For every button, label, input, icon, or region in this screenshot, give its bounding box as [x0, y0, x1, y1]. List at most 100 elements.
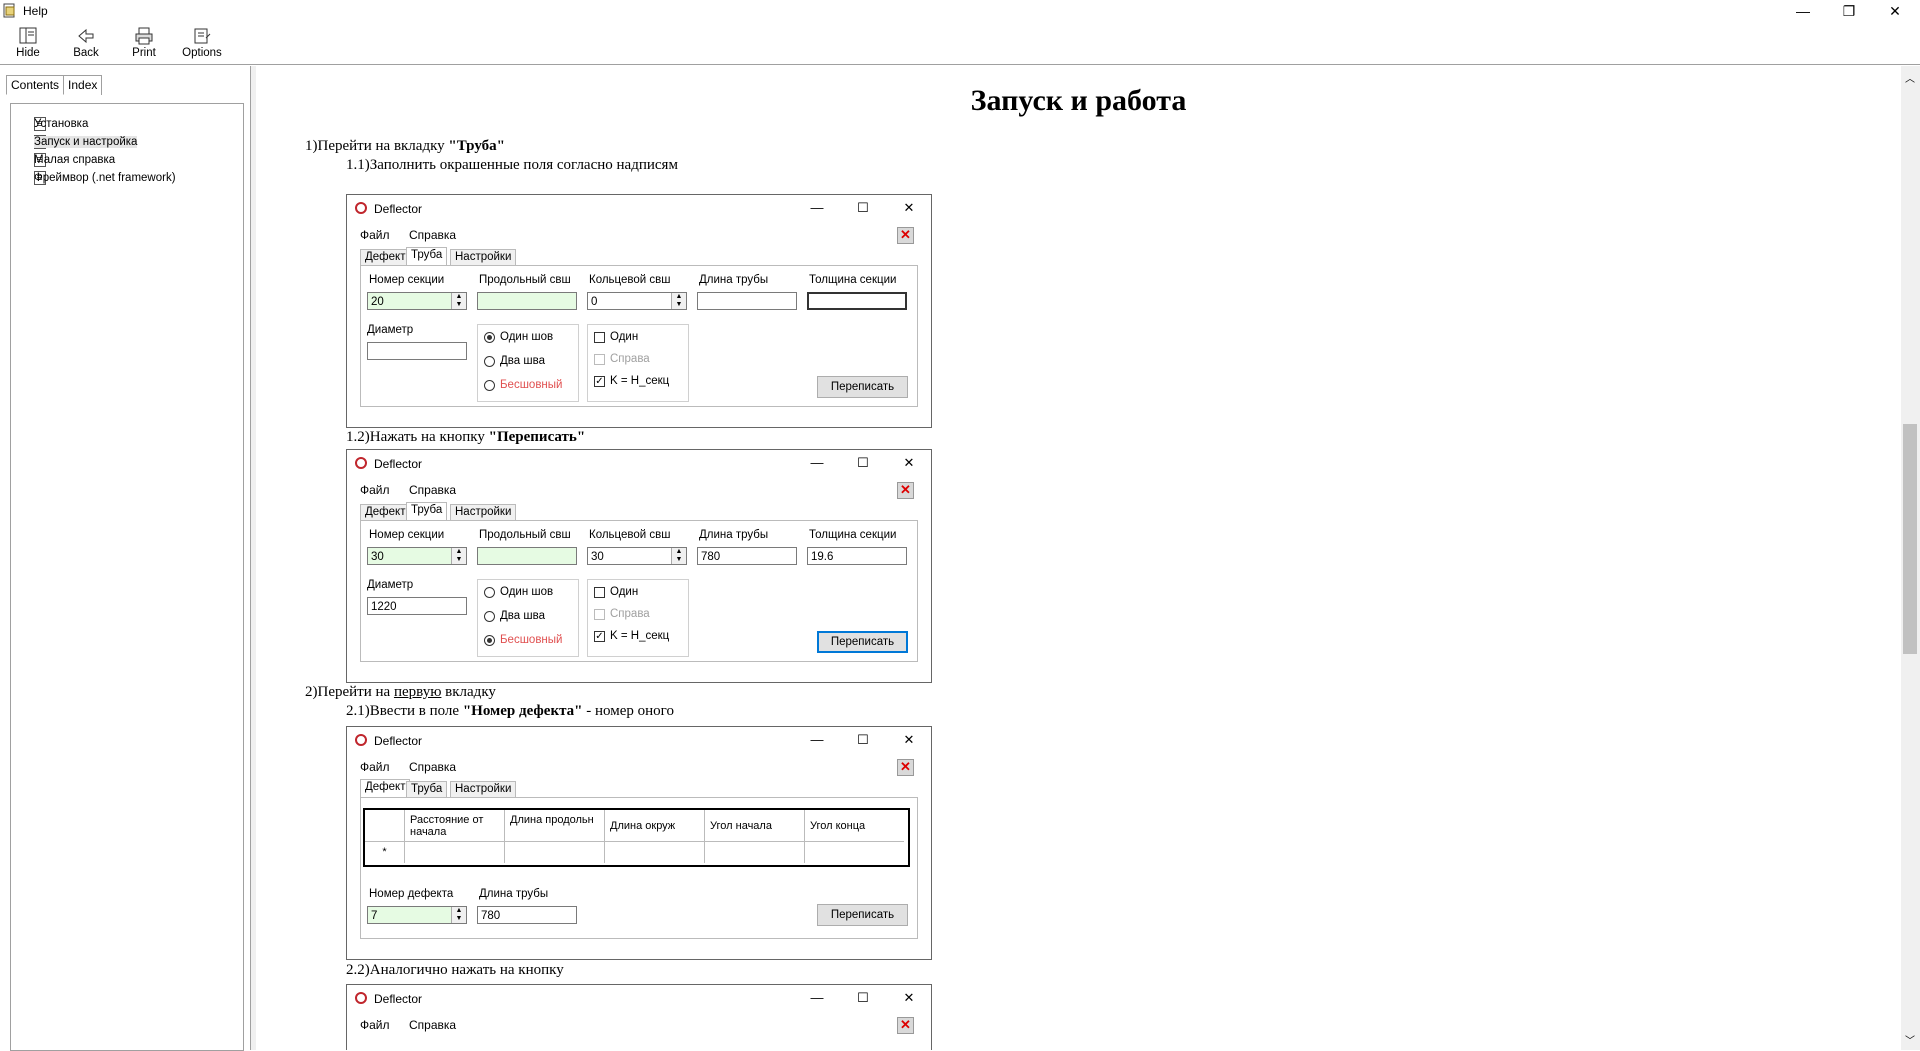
app-maximize-button[interactable]: ☐ [853, 990, 873, 1006]
spin-arrows-icon[interactable]: ▲ ▼ [671, 548, 686, 564]
tab-contents[interactable]: Contents [6, 75, 65, 95]
long-seam-field[interactable] [477, 547, 577, 565]
tree-item-framework[interactable]: Фреймвор (.net framework) [34, 170, 176, 186]
defects-table[interactable]: Расстояние от начала Длина продольн Длин… [363, 808, 910, 867]
toolbar: Hide Back Print Options [0, 22, 1920, 65]
tab-pipe[interactable]: Труба [406, 502, 448, 520]
tab-index[interactable]: Index [64, 75, 103, 95]
red-close-icon[interactable]: ✕ [897, 1017, 914, 1034]
radio-two-seams[interactable]: Два шва [484, 610, 545, 622]
tab-settings[interactable]: Настройки [450, 781, 517, 797]
minimize-button[interactable]: — [1780, 0, 1826, 22]
print-button[interactable]: Print [122, 24, 166, 62]
radio-one-seam[interactable]: Один шов [484, 586, 553, 598]
menu-help[interactable]: Справка [409, 760, 456, 774]
diameter-field[interactable]: 1220 [367, 597, 467, 615]
close-button[interactable]: ✕ [1872, 0, 1918, 22]
tab-settings[interactable]: Настройки [450, 249, 517, 265]
check-right[interactable]: Справа [594, 608, 650, 620]
app-title-bar: Deflector — ☐ ✕ [347, 195, 931, 223]
red-close-icon[interactable]: ✕ [897, 227, 914, 244]
topic-content: Запуск и работа 1)Перейти на вкладку "Тр… [256, 66, 1901, 1050]
spin-arrows-icon[interactable]: ▲ ▼ [451, 293, 466, 309]
defect-number-stepper[interactable]: 7 ▲ ▼ [367, 906, 467, 924]
scroll-down-icon[interactable]: ﹀ [1905, 1032, 1915, 1047]
scroll-up-icon[interactable]: ︿ [1905, 70, 1915, 85]
back-button[interactable]: Back [64, 24, 108, 62]
app-minimize-button[interactable]: — [807, 732, 827, 747]
radio-one-seam[interactable]: Один шов [484, 331, 553, 343]
red-close-icon[interactable]: ✕ [897, 759, 914, 776]
ring-seam-stepper[interactable]: 0 ▲ ▼ [587, 292, 687, 310]
table-cell[interactable] [605, 842, 705, 863]
step-1-1: 1.1)Заполнить окрашенные поля согласно н… [346, 157, 678, 173]
diameter-field[interactable] [367, 342, 467, 360]
check-right[interactable]: Справа [594, 353, 650, 365]
scroll-thumb[interactable] [1903, 424, 1917, 654]
table-cell[interactable] [405, 842, 505, 863]
nav-tabs: Contents Index [6, 75, 103, 95]
menu-file[interactable]: Файл [360, 483, 390, 497]
tab-pipe[interactable]: Труба [406, 247, 448, 265]
hide-button[interactable]: Hide [6, 24, 50, 62]
tree-item-install[interactable]: Установка [34, 116, 88, 132]
section-stepper[interactable]: 30 ▲ ▼ [367, 547, 467, 565]
rewrite-button[interactable]: Переписать [817, 904, 908, 926]
menu-help[interactable]: Справка [409, 483, 456, 497]
red-close-icon[interactable]: ✕ [897, 482, 914, 499]
menu-file[interactable]: Файл [360, 1018, 390, 1032]
tab-pipe[interactable]: Труба [406, 781, 448, 797]
app-maximize-button[interactable]: ☐ [853, 200, 873, 216]
radio-seamless[interactable]: Бесшовный [484, 379, 562, 391]
options-button[interactable]: Options [180, 24, 224, 62]
menu-help[interactable]: Справка [409, 228, 456, 242]
check-one[interactable]: Один [594, 586, 638, 598]
label-long-seam: Продольный свш [479, 274, 571, 286]
radio-label: Один шов [500, 331, 554, 343]
pipe-length-field[interactable]: 780 [697, 547, 797, 565]
table-cell[interactable] [505, 842, 605, 863]
long-seam-field[interactable] [477, 292, 577, 310]
check-one[interactable]: Один [594, 331, 638, 343]
radio-seamless[interactable]: Бесшовный [484, 634, 562, 646]
tab-defect[interactable]: Дефект [360, 504, 411, 520]
tab-defect[interactable]: Дефект [360, 779, 411, 797]
tab-defect[interactable]: Дефект [360, 249, 411, 265]
ring-seam-stepper[interactable]: 30 ▲ ▼ [587, 547, 687, 565]
radio-label: Бесшовный [500, 634, 563, 646]
check-k-h[interactable]: ✓ K = H_секц [594, 630, 669, 642]
app-minimize-button[interactable]: — [807, 200, 827, 215]
app-close-button[interactable]: ✕ [899, 732, 919, 748]
tree-item-small-help[interactable]: Малая справка [34, 152, 115, 168]
rewrite-button[interactable]: Переписать [817, 631, 908, 653]
app-maximize-button[interactable]: ☐ [853, 732, 873, 748]
menu-file[interactable]: Файл [360, 228, 390, 242]
radio-two-seams[interactable]: Два шва [484, 355, 545, 367]
app-minimize-button[interactable]: — [807, 990, 827, 1005]
restore-button[interactable]: ❐ [1826, 0, 1872, 22]
content-scrollbar[interactable]: ︿ ﹀ [1901, 66, 1920, 1050]
rewrite-button[interactable]: Переписать [817, 376, 908, 398]
menu-file[interactable]: Файл [360, 760, 390, 774]
app-close-button[interactable]: ✕ [899, 200, 919, 216]
menu-help[interactable]: Справка [409, 1018, 456, 1032]
spin-arrows-icon[interactable]: ▲ ▼ [671, 293, 686, 309]
app-maximize-button[interactable]: ☐ [853, 455, 873, 471]
deflector-logo-icon [355, 202, 367, 214]
tab-settings[interactable]: Настройки [450, 504, 517, 520]
app-minimize-button[interactable]: — [807, 455, 827, 470]
section-stepper[interactable]: 20 ▲ ▼ [367, 292, 467, 310]
thickness-field[interactable]: 19.6 [807, 547, 907, 565]
table-cell[interactable] [705, 842, 805, 863]
check-k-h[interactable]: ✓ K = H_секц [594, 375, 669, 387]
app-close-button[interactable]: ✕ [899, 455, 919, 471]
app-title: Deflector [374, 202, 423, 216]
app-close-button[interactable]: ✕ [899, 990, 919, 1006]
table-cell[interactable] [805, 842, 904, 863]
tree-item-launch-setup[interactable]: Запуск и настройка [34, 134, 138, 150]
thickness-field[interactable] [807, 292, 907, 310]
spin-arrows-icon[interactable]: ▲ ▼ [451, 548, 466, 564]
spin-arrows-icon[interactable]: ▲ ▼ [451, 907, 466, 923]
pipe-length-field[interactable] [697, 292, 797, 310]
pipe-length-field[interactable]: 780 [477, 906, 577, 924]
